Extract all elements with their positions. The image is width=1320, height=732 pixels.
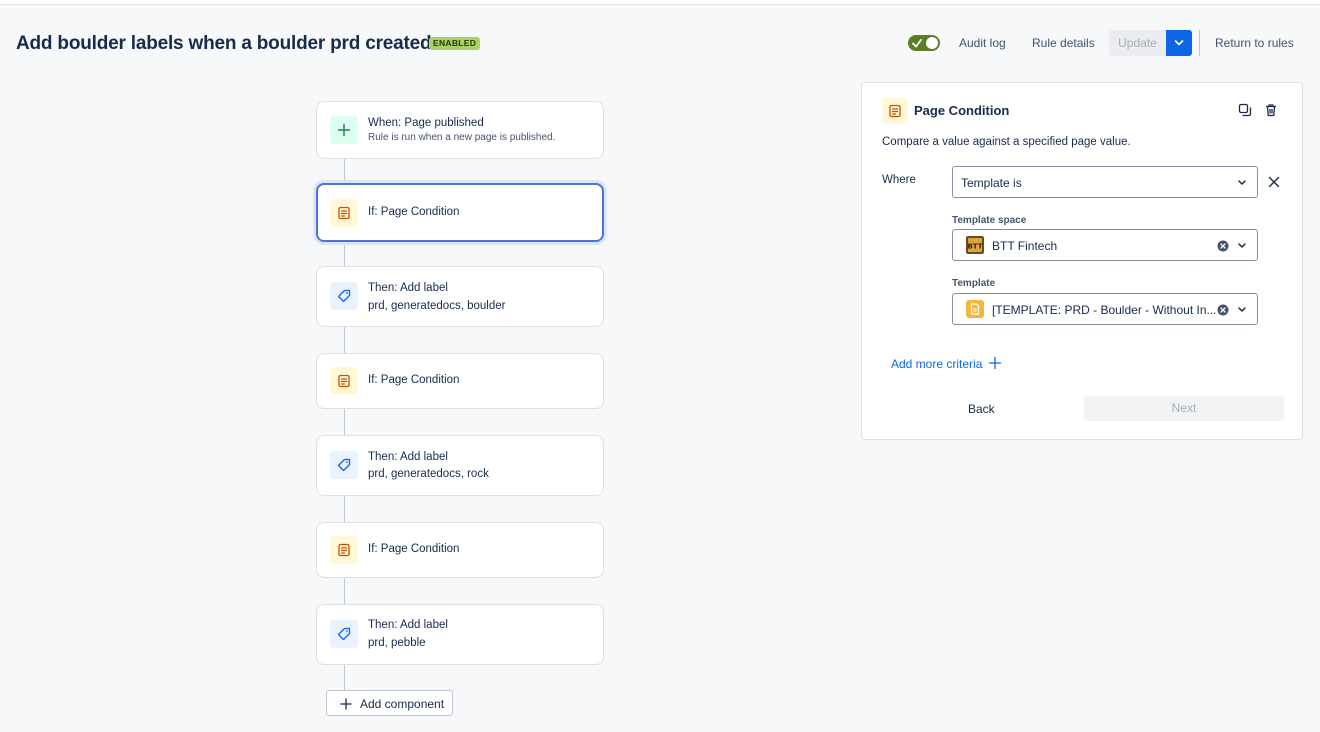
chevron-down-icon [1238, 307, 1246, 312]
template-value: [TEMPLATE: PRD - Boulder - Without In... [992, 303, 1217, 317]
where-label: Where [882, 174, 916, 186]
rule-enabled-toggle[interactable] [908, 35, 940, 51]
page-title: Add boulder labels when a boulder prd cr… [16, 33, 432, 54]
space-avatar: BTT [966, 236, 984, 254]
flow-step-action-3[interactable]: Then: Add label prd, pebble [316, 604, 604, 665]
flow-step-action-2[interactable]: Then: Add label prd, generatedocs, rock [316, 435, 604, 496]
flow-step-title: Then: Add label [368, 451, 448, 463]
rule-details-button[interactable]: Rule details [1032, 36, 1095, 50]
header-divider [1199, 30, 1200, 56]
back-button[interactable]: Back [968, 402, 995, 416]
add-more-criteria-button[interactable]: Add more criteria [891, 356, 1002, 371]
where-select[interactable]: Template is [952, 166, 1258, 198]
template-select[interactable]: [TEMPLATE: PRD - Boulder - Without In... [952, 293, 1258, 325]
template-label: Template [952, 278, 996, 289]
flow-step-trigger[interactable]: When: Page published Rule is run when a … [316, 101, 604, 159]
check-icon [912, 39, 922, 48]
return-to-rules-button[interactable]: Return to rules [1215, 36, 1294, 50]
flow-step-subtitle: prd, generatedocs, boulder [368, 300, 506, 312]
add-more-criteria-label: Add more criteria [891, 357, 983, 371]
chevron-down-icon [1238, 243, 1246, 248]
plus-icon [330, 116, 358, 144]
add-component-label: Add component [360, 697, 445, 711]
clear-icon[interactable] [1217, 304, 1229, 316]
flow-step-condition-1[interactable]: If: Page Condition [316, 183, 604, 242]
template-icon [966, 300, 984, 318]
template-space-select[interactable]: BTT BTT Fintech [952, 229, 1258, 261]
label-icon [330, 282, 358, 310]
flow-step-subtitle: Rule is run when a new page is published… [368, 132, 556, 143]
page-condition-icon [330, 199, 358, 227]
flow-step-title: If: Page Condition [368, 374, 460, 386]
svg-text:BTT: BTT [967, 243, 982, 251]
template-space-value: BTT Fintech [992, 239, 1058, 253]
plus-icon [988, 356, 1002, 370]
page-condition-icon [330, 536, 358, 564]
toggle-knob [926, 37, 938, 49]
audit-log-button[interactable]: Audit log [959, 36, 1006, 50]
top-border [0, 0, 1320, 5]
flow-step-condition-3[interactable]: If: Page Condition [316, 522, 604, 578]
update-options-button[interactable] [1166, 30, 1192, 56]
flow-step-title: Then: Add label [368, 282, 448, 294]
flow-step-title: Then: Add label [368, 619, 448, 631]
page-condition-panel: Page Condition Compare a value against a… [861, 82, 1303, 440]
flow-step-title: When: Page published [368, 117, 484, 129]
flow-step-title: If: Page Condition [368, 543, 460, 555]
label-icon [330, 620, 358, 648]
status-badge: ENABLED [429, 37, 481, 50]
template-space-label: Template space [952, 215, 1027, 226]
chevron-down-icon [1174, 40, 1184, 46]
page-condition-icon [882, 98, 908, 124]
flow-step-subtitle: prd, pebble [368, 637, 426, 649]
plus-icon [340, 698, 352, 710]
next-button[interactable]: Next [1084, 396, 1284, 421]
duplicate-icon[interactable] [1238, 103, 1252, 117]
flow-step-title: If: Page Condition [368, 206, 460, 218]
trash-icon[interactable] [1264, 103, 1278, 117]
clear-icon[interactable] [1217, 240, 1229, 252]
add-component-button[interactable]: Add component [326, 690, 453, 716]
flow-step-action-1[interactable]: Then: Add label prd, generatedocs, bould… [316, 266, 604, 327]
chevron-down-icon [1238, 180, 1246, 185]
panel-title: Page Condition [914, 103, 1010, 118]
page-condition-icon [330, 367, 358, 395]
flow-step-subtitle: prd, generatedocs, rock [368, 468, 489, 480]
flow-step-condition-2[interactable]: If: Page Condition [316, 353, 604, 409]
close-icon[interactable] [1268, 176, 1280, 188]
where-value: Template is [961, 176, 1022, 190]
update-button[interactable]: Update [1109, 30, 1166, 56]
label-icon [330, 451, 358, 479]
panel-description: Compare a value against a specified page… [882, 136, 1131, 148]
